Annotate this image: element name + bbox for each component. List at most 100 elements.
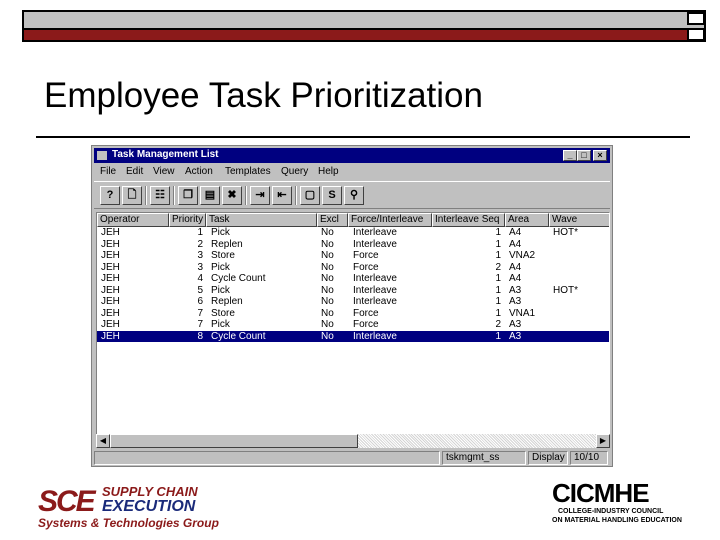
cell-operator: JEH	[101, 273, 120, 284]
table-row[interactable]: JEH 8 Cycle Count No Interleave 1 A3	[97, 330, 609, 342]
cell-seq: 1	[495, 284, 501, 296]
task-management-window: Task Management List _ □ × File Edit Vie…	[91, 145, 613, 467]
cell-area: A4	[509, 261, 522, 273]
menu-templates[interactable]: Templates	[225, 166, 271, 177]
column-header-excl[interactable]: Excl	[317, 213, 348, 227]
table-row[interactable]: JEH 3 Pick No Force 2 A4	[97, 261, 609, 274]
cell-area: A3	[509, 330, 522, 342]
delete-icon[interactable]: ✖	[222, 186, 242, 205]
export-icon[interactable]: ⇤	[272, 186, 292, 205]
cell-priority: 1	[197, 227, 203, 238]
cell-area: A3	[509, 319, 522, 330]
list-view-icon[interactable]: ☷	[150, 186, 170, 205]
minimize-button[interactable]: _	[563, 150, 577, 161]
copy-icon[interactable]: ❐	[178, 186, 198, 205]
sce-logo-letters: SCE	[38, 485, 96, 518]
corner-box-icon	[687, 28, 705, 41]
cell-operator: JEH	[101, 307, 120, 319]
menu-bar: File Edit View Action Templates Query He…	[94, 164, 610, 179]
column-header-task[interactable]: Task	[206, 213, 317, 227]
cell-seq: 2	[495, 261, 501, 273]
cell-excl: No	[321, 319, 334, 330]
cell-priority: 7	[197, 307, 203, 319]
cell-seq: 1	[495, 330, 501, 342]
table-row[interactable]: JEH 6 Replen No Interleave 1 A3	[97, 296, 609, 308]
menu-edit[interactable]: Edit	[126, 166, 143, 177]
slide-title: Employee Task Prioritization	[44, 76, 483, 115]
cell-excl: No	[321, 227, 334, 238]
cell-area: A3	[509, 284, 522, 296]
table-row[interactable]: JEH 3 Store No Force 1 VNA2	[97, 250, 609, 262]
cell-operator: JEH	[101, 330, 120, 342]
scroll-left-icon[interactable]: ◀	[96, 434, 110, 448]
cell-task: Store	[211, 250, 235, 261]
sort-icon[interactable]: S	[322, 186, 342, 205]
cell-force: Force	[353, 261, 379, 273]
cell-area: VNA2	[509, 250, 536, 261]
cell-area: VNA1	[509, 307, 536, 319]
column-header-wave[interactable]: Wave	[549, 213, 609, 227]
table-row[interactable]: JEH 1 Pick No Interleave 1 A4 HOT*	[97, 227, 609, 239]
cell-force: Interleave	[353, 238, 397, 250]
search-icon[interactable]: ⚲	[344, 186, 364, 205]
cell-priority: 8	[197, 330, 203, 342]
sce-logo-line1: SUPPLY CHAIN	[102, 484, 198, 499]
cell-task: Pick	[211, 227, 230, 238]
sce-logo: SCE SUPPLY CHAIN EXECUTION Systems & Tec…	[36, 483, 219, 531]
status-bar: tskmgmt_ss Display 10/10	[94, 450, 610, 466]
cell-force: Interleave	[353, 330, 397, 342]
scroll-track[interactable]	[358, 434, 596, 448]
cell-force: Interleave	[353, 227, 397, 238]
menu-query[interactable]: Query	[281, 166, 308, 177]
cell-operator: JEH	[101, 284, 120, 296]
status-message	[94, 451, 440, 465]
menu-view[interactable]: View	[153, 166, 175, 177]
scroll-right-icon[interactable]: ▶	[596, 434, 610, 448]
menu-help[interactable]: Help	[318, 166, 339, 177]
cell-area: A4	[509, 273, 522, 284]
cell-task: Pick	[211, 319, 230, 330]
cell-area: A4	[509, 238, 522, 250]
preview-icon[interactable]: ▢	[300, 186, 320, 205]
grid-header: Operator Priority Task Excl Force/Interl…	[97, 213, 609, 227]
toolbar-separator	[295, 186, 297, 205]
column-header-area[interactable]: Area	[505, 213, 549, 227]
horizontal-scrollbar[interactable]: ◀ ▶	[96, 434, 610, 448]
cell-task: Replen	[211, 296, 243, 307]
cell-priority: 5	[197, 284, 203, 296]
table-row[interactable]: JEH 2 Replen No Interleave 1 A4	[97, 238, 609, 251]
window-titlebar[interactable]: Task Management List _ □ ×	[94, 148, 610, 163]
cell-operator: JEH	[101, 227, 120, 238]
cell-operator: JEH	[101, 261, 120, 273]
cell-force: Interleave	[353, 284, 397, 296]
column-header-operator[interactable]: Operator	[97, 213, 169, 227]
corner-box-icon	[687, 12, 705, 25]
column-header-force-interleave[interactable]: Force/Interleave	[348, 213, 432, 227]
column-header-priority[interactable]: Priority	[169, 213, 206, 227]
cicmhe-logo-line1: COLLEGE-INDUSTRY COUNCIL	[558, 508, 664, 515]
table-row[interactable]: JEH 7 Store No Force 1 VNA1	[97, 307, 609, 320]
column-header-interleave-seq[interactable]: Interleave Seq	[432, 213, 505, 227]
new-document-icon[interactable]: 🗋	[122, 186, 142, 205]
cell-excl: No	[321, 250, 334, 261]
task-grid: Operator Priority Task Excl Force/Interl…	[96, 212, 610, 448]
menu-file[interactable]: File	[100, 166, 116, 177]
table-row[interactable]: JEH 4 Cycle Count No Interleave 1 A4	[97, 273, 609, 285]
cell-force: Interleave	[353, 273, 397, 284]
maximize-button[interactable]: □	[577, 150, 591, 161]
paste-icon[interactable]: ▤	[200, 186, 220, 205]
cell-wave: HOT*	[553, 227, 578, 238]
cell-operator: JEH	[101, 319, 120, 330]
table-row[interactable]: JEH 5 Pick No Interleave 1 A3 HOT*	[97, 284, 609, 297]
close-button[interactable]: ×	[593, 150, 607, 161]
help-icon[interactable]: ?	[100, 186, 120, 205]
table-row[interactable]: JEH 7 Pick No Force 2 A3	[97, 319, 609, 331]
status-program: tskmgmt_ss	[442, 451, 526, 465]
cell-force: Force	[353, 307, 379, 319]
cell-task: Cycle Count	[211, 330, 266, 342]
menu-action[interactable]: Action	[185, 166, 213, 177]
scroll-thumb[interactable]	[110, 434, 358, 448]
import-icon[interactable]: ⇥	[250, 186, 270, 205]
cell-excl: No	[321, 307, 334, 319]
cell-seq: 1	[495, 227, 501, 238]
